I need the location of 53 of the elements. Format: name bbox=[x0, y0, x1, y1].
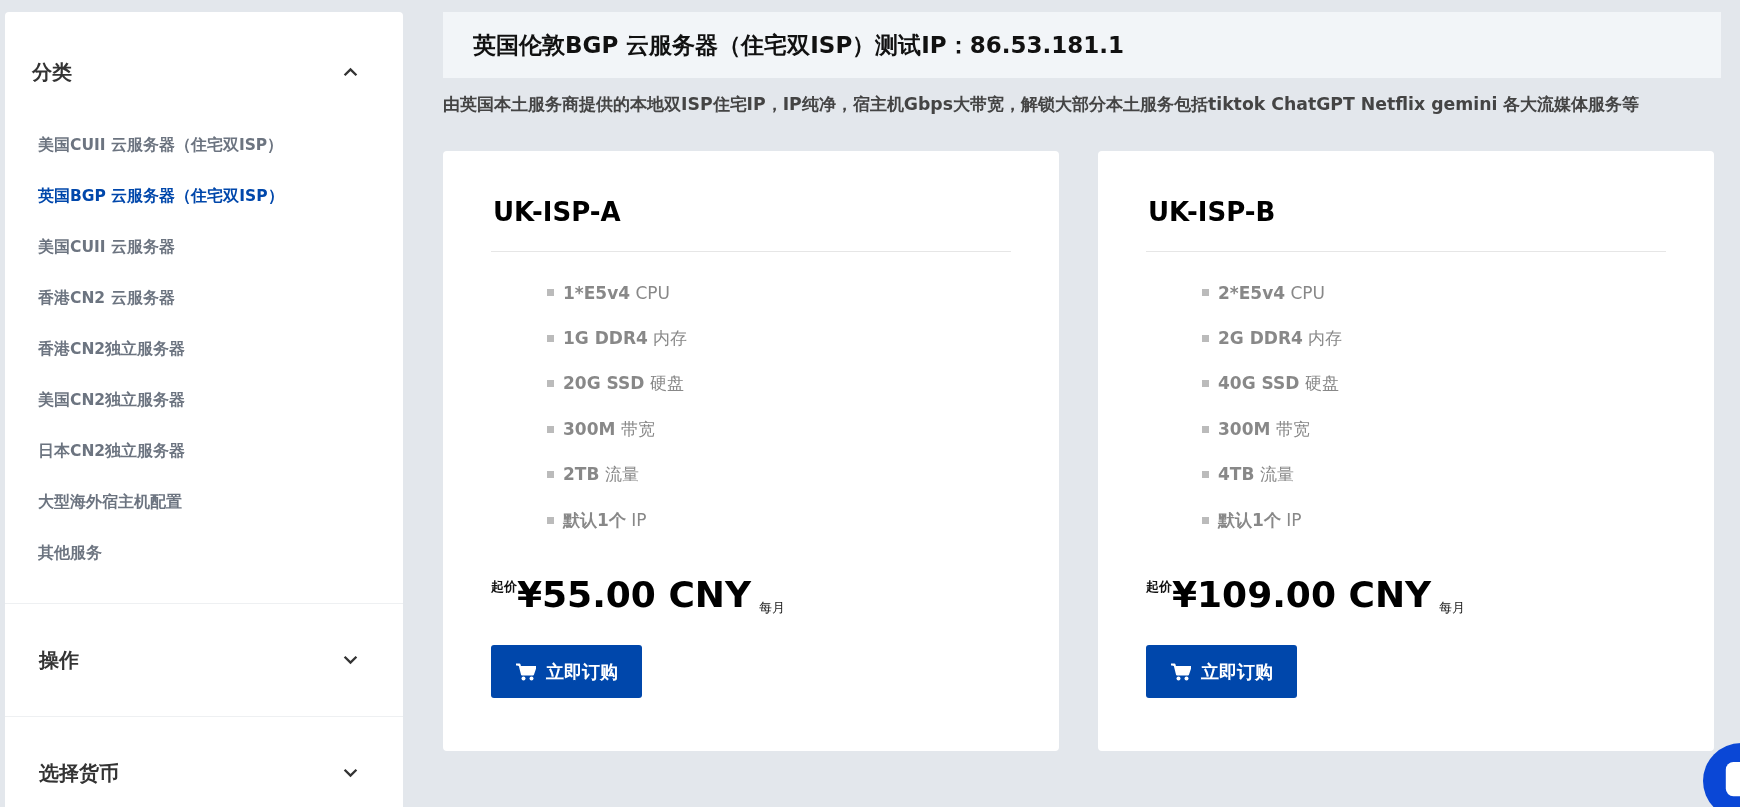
bullet-icon bbox=[1202, 425, 1209, 433]
spec-text: 40G SSD 硬盘 bbox=[1218, 372, 1339, 396]
bullet-icon bbox=[547, 471, 554, 479]
bullet-icon bbox=[547, 516, 554, 524]
chevron-down-icon[interactable] bbox=[343, 655, 358, 665]
price-prefix: 起价 bbox=[1146, 578, 1172, 594]
price-amount: ¥109.00 CNY bbox=[1172, 574, 1432, 615]
product-name: UK-ISP-A bbox=[493, 197, 622, 227]
cart-icon bbox=[515, 662, 536, 681]
spec-text: 1G DDR4 内存 bbox=[563, 326, 688, 350]
spec-text: 2G DDR4 内存 bbox=[1218, 326, 1343, 350]
bullet-icon bbox=[547, 289, 554, 297]
spec-text: 4TB 流量 bbox=[1218, 463, 1294, 487]
spec-text: 2TB 流量 bbox=[563, 463, 639, 487]
bullet-icon bbox=[547, 380, 554, 388]
cart-icon bbox=[1170, 662, 1191, 681]
sidebar-link[interactable]: 其他服务 bbox=[38, 528, 102, 579]
bullet-icon bbox=[1202, 380, 1209, 388]
price-prefix: 起价 bbox=[491, 578, 517, 594]
price-period: 每月 bbox=[759, 599, 786, 617]
section-title[interactable]: 分类 bbox=[32, 58, 72, 86]
spec-text: 300M 带宽 bbox=[563, 417, 655, 441]
sidebar-link[interactable]: 大型海外宿主机配置 bbox=[38, 477, 182, 528]
section-title[interactable]: 选择货币 bbox=[39, 759, 119, 787]
chevron-up-icon[interactable] bbox=[343, 67, 358, 77]
bullet-icon bbox=[547, 334, 554, 342]
spec-text: 1*E5v4 CPU bbox=[563, 282, 671, 303]
sidebar-link[interactable]: 香港CN2独立服务器 bbox=[38, 324, 186, 375]
sidebar-link[interactable]: 美国CUII 云服务器（住宅双ISP） bbox=[38, 120, 284, 171]
spec-text: 2*E5v4 CPU bbox=[1218, 282, 1326, 303]
spec-text: 默认1个 IP bbox=[563, 508, 647, 532]
order-button[interactable]: 立即订购 bbox=[491, 645, 642, 698]
price-period: 每月 bbox=[1439, 599, 1466, 617]
sidebar-link[interactable]: 日本CN2独立服务器 bbox=[38, 426, 186, 477]
bullet-icon bbox=[1202, 289, 1209, 297]
section-title[interactable]: 操作 bbox=[39, 646, 79, 674]
bullet-icon bbox=[1202, 471, 1209, 479]
page-title: 英国伦敦BGP 云服务器（住宅双ISP）测试IP：86.53.181.1 bbox=[473, 30, 1124, 60]
price-amount: ¥55.00 CNY bbox=[517, 574, 752, 615]
sidebar-link[interactable]: 英国BGP 云服务器（住宅双ISP） bbox=[38, 171, 284, 222]
category-description: 由英国本土服务商提供的本地双ISP住宅IP，IP纯净，宿主机Gbps大带宽，解锁大部分本土服务包括tiktok ChatGPT Netflix gemini 各大流媒体服务等 bbox=[443, 93, 1641, 116]
chevron-down-icon[interactable] bbox=[343, 768, 358, 778]
bullet-icon bbox=[1202, 334, 1209, 342]
bullet-icon bbox=[1202, 516, 1209, 524]
spec-text: 默认1个 IP bbox=[1218, 508, 1302, 532]
sidebar-link[interactable]: 美国CUII 云服务器 bbox=[38, 222, 175, 273]
sidebar-link[interactable]: 香港CN2 云服务器 bbox=[38, 273, 175, 324]
bullet-icon bbox=[547, 425, 554, 433]
order-button[interactable]: 立即订购 bbox=[1146, 645, 1297, 698]
product-name: UK-ISP-B bbox=[1148, 197, 1277, 227]
spec-text: 300M 带宽 bbox=[1218, 417, 1310, 441]
sidebar-link[interactable]: 美国CN2独立服务器 bbox=[38, 375, 186, 426]
spec-text: 20G SSD 硬盘 bbox=[563, 372, 684, 396]
